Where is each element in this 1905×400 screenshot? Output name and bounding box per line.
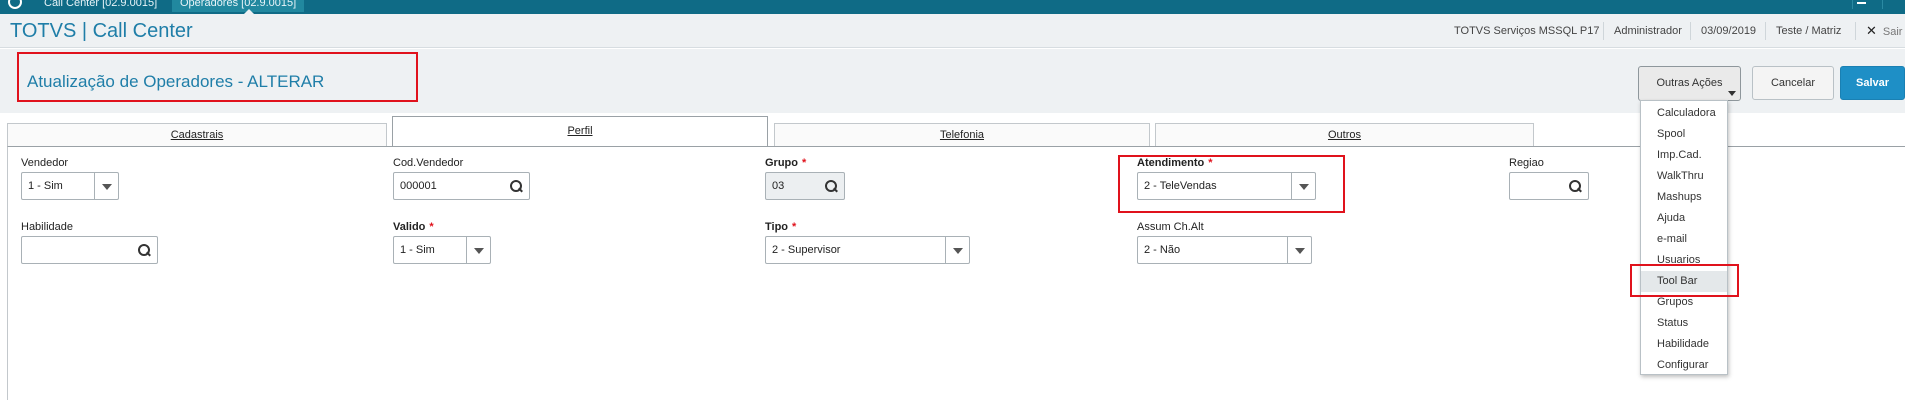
grupo-field[interactable]: 03 <box>765 172 845 200</box>
user-info[interactable]: Administrador <box>1603 22 1682 40</box>
menu-item-mashups[interactable]: Mashups <box>1641 187 1727 208</box>
menu-item-ajuda[interactable]: Ajuda <box>1641 208 1727 229</box>
other-actions-label: Outras Ações <box>1656 77 1723 89</box>
habilidade-label: Habilidade <box>21 221 73 233</box>
search-icon[interactable] <box>1569 180 1582 193</box>
chevron-down-icon[interactable] <box>945 237 969 263</box>
menu-item-walkthru[interactable]: WalkThru <box>1641 166 1727 187</box>
tipo-label: Tipo * <box>765 221 797 233</box>
vendedor-value: 1 - Sim <box>28 180 63 192</box>
valido-label: Valido * <box>393 221 434 233</box>
menu-item-calculadora[interactable]: Calculadora <box>1641 103 1727 124</box>
app-tab-operadores[interactable]: Operadores [02.9.0015] <box>172 0 305 14</box>
menu-item-spool[interactable]: Spool <box>1641 124 1727 145</box>
assum-ch-alt-select[interactable]: 2 - Não <box>1137 236 1312 264</box>
vendedor-select[interactable]: 1 - Sim <box>21 172 119 200</box>
required-marker: * <box>802 157 807 169</box>
save-button[interactable]: Salvar <box>1840 66 1905 100</box>
minimize-icon[interactable] <box>1852 0 1870 9</box>
highlight-box-title <box>17 52 418 102</box>
server-info[interactable]: TOTVS Serviços MSSQL P17 <box>1444 22 1600 40</box>
chevron-down-icon[interactable] <box>466 237 490 263</box>
cancel-button[interactable]: Cancelar <box>1752 66 1834 100</box>
regiao-label: Regiao <box>1509 157 1544 169</box>
chevron-down-icon[interactable] <box>94 173 118 199</box>
tab-cadastrais[interactable]: Cadastrais <box>7 123 387 146</box>
tipo-value: 2 - Supervisor <box>772 244 841 256</box>
menu-item-configurar[interactable]: Configurar <box>1641 355 1727 376</box>
search-icon[interactable] <box>138 244 151 257</box>
search-icon[interactable] <box>510 180 523 193</box>
highlight-box-tool-bar <box>1630 264 1739 297</box>
other-actions-button[interactable]: Outras Ações <box>1638 66 1741 101</box>
app-tab-bar: Call Center [02.9.0015] Operadores [02.9… <box>0 0 1905 14</box>
exit-button[interactable]: ✕ Sair <box>1855 22 1902 40</box>
assum-ch-alt-label: Assum Ch.Alt <box>1137 221 1204 233</box>
app-header: TOTVS | Call Center TOTVS Serviços MSSQL… <box>0 14 1905 48</box>
menu-item-status[interactable]: Status <box>1641 313 1727 334</box>
habilidade-field[interactable] <box>21 236 158 264</box>
required-marker: * <box>792 221 797 233</box>
menu-item-imp-cad[interactable]: Imp.Cad. <box>1641 145 1727 166</box>
perfil-panel <box>7 146 1905 400</box>
company-info[interactable]: Teste / Matriz <box>1765 22 1841 40</box>
brand-title: TOTVS | Call Center <box>10 20 193 42</box>
menu-item-habilidade[interactable]: Habilidade <box>1641 334 1727 355</box>
exit-label: Sair <box>1882 26 1903 38</box>
tab-telefonia[interactable]: Telefonia <box>774 123 1150 146</box>
regiao-field[interactable] <box>1509 172 1589 200</box>
app-tab-call-center[interactable]: Call Center [02.9.0015] <box>36 0 165 12</box>
cod-vendedor-field[interactable]: 000001 <box>393 172 530 200</box>
chevron-down-icon <box>1728 91 1736 96</box>
valido-select[interactable]: 1 - Sim <box>393 236 491 264</box>
cod-vendedor-label: Cod.Vendedor <box>393 157 464 169</box>
highlight-box-atendimento <box>1118 155 1345 213</box>
date-info[interactable]: 03/09/2019 <box>1690 22 1756 40</box>
other-actions-menu: Calculadora Spool Imp.Cad. WalkThru Mash… <box>1640 100 1728 375</box>
window-menu-icon[interactable] <box>1882 0 1900 9</box>
chevron-down-icon[interactable] <box>1287 237 1311 263</box>
cod-vendedor-value: 000001 <box>400 180 437 192</box>
grupo-label: Grupo * <box>765 157 807 169</box>
tab-outros[interactable]: Outros <box>1155 123 1534 146</box>
vendedor-label: Vendedor <box>21 157 69 169</box>
required-marker: * <box>429 221 434 233</box>
totvs-logo-icon <box>8 0 22 9</box>
tab-perfil[interactable]: Perfil <box>392 116 768 146</box>
menu-item-email[interactable]: e-mail <box>1641 229 1727 250</box>
search-icon[interactable] <box>825 180 838 193</box>
close-icon: ✕ <box>1866 23 1877 38</box>
tipo-select[interactable]: 2 - Supervisor <box>765 236 970 264</box>
valido-value: 1 - Sim <box>400 244 435 256</box>
grupo-value: 03 <box>772 180 785 192</box>
assum-ch-alt-value: 2 - Não <box>1144 244 1181 256</box>
